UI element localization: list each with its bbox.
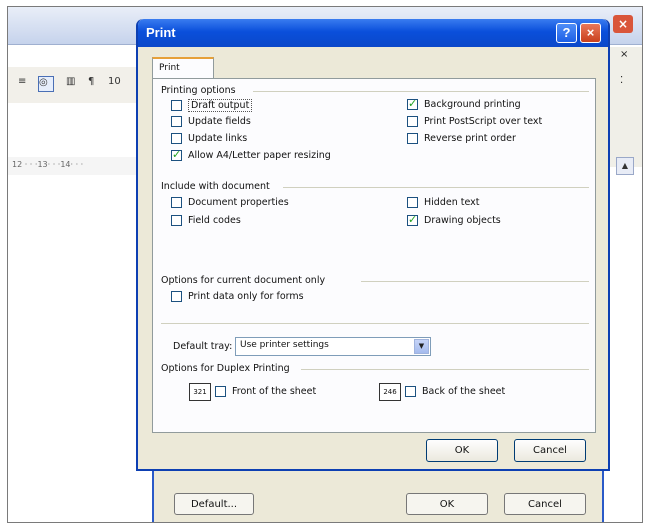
checkbox-label: Update links: [188, 133, 248, 144]
checkbox-box[interactable]: [215, 386, 226, 397]
dialog-titlebar[interactable]: Print ? ×: [138, 19, 608, 47]
back-of-sheet-checkbox[interactable]: Back of the sheet: [405, 386, 505, 397]
close-button[interactable]: ×: [580, 23, 601, 43]
checkbox-box[interactable]: [171, 215, 182, 226]
default-tray-value: Use printer settings: [240, 340, 329, 350]
help-button[interactable]: ?: [556, 23, 577, 43]
chevron-down-icon[interactable]: ▼: [414, 339, 429, 354]
reverse-print-order-checkbox[interactable]: Reverse print order: [407, 133, 516, 144]
checkbox-box[interactable]: [171, 197, 182, 208]
checkbox-box[interactable]: [171, 133, 182, 144]
print-dialog: Print ? × Print Printing options Draft o…: [136, 19, 610, 471]
include-with-document-heading: Include with document: [161, 181, 270, 192]
update-fields-checkbox[interactable]: Update fields: [171, 116, 251, 127]
zoom-value[interactable]: 10: [108, 76, 124, 92]
toolbar-options-icon[interactable]: ⁚: [620, 75, 623, 86]
checkbox-box[interactable]: [407, 213, 418, 226]
checkbox-label: Reverse print order: [424, 133, 516, 144]
checkbox-box[interactable]: [407, 97, 418, 110]
cancel-button[interactable]: Cancel: [514, 439, 586, 462]
checkbox-label: Drawing objects: [424, 215, 501, 226]
checkbox-label: Field codes: [188, 215, 241, 226]
tab-print[interactable]: Print: [152, 57, 214, 79]
checkbox-box[interactable]: [407, 116, 418, 127]
checkbox-label: Background printing: [424, 99, 521, 110]
group-divider: [301, 369, 589, 370]
checkbox-box[interactable]: [171, 148, 182, 161]
background-cancel-button[interactable]: Cancel: [504, 493, 586, 515]
screenshot-frame: × ≡ ◎ ▥ ¶ 10 12 · · ·13· · ·14· · · × ⁚ …: [7, 6, 643, 523]
background-ok-button[interactable]: OK: [406, 493, 488, 515]
checkbox-label: Print data only for forms: [188, 291, 304, 302]
checkbox-label: Print PostScript over text: [424, 116, 543, 127]
print-postscript-over-text-checkbox[interactable]: Print PostScript over text: [407, 116, 542, 127]
list-icon[interactable]: ≡: [18, 76, 34, 92]
dialog-title: Print: [146, 25, 176, 40]
duplex-printing-heading: Options for Duplex Printing: [161, 363, 290, 374]
checkbox-label: Update fields: [188, 116, 251, 127]
scroll-up-icon[interactable]: ▲: [616, 157, 634, 175]
front-sheet-page-order-icon: 321: [189, 383, 211, 401]
columns-icon[interactable]: ▥: [66, 76, 82, 92]
allow-a4-letter-resizing-checkbox[interactable]: Allow A4/Letter paper resizing: [171, 148, 331, 161]
checkbox-box[interactable]: [171, 291, 182, 302]
current-document-options-heading: Options for current document only: [161, 275, 326, 286]
ruler: 12 · · ·13· · ·14· · ·: [8, 157, 148, 175]
checkbox-label: Front of the sheet: [232, 386, 317, 397]
ok-button[interactable]: OK: [426, 439, 498, 462]
front-of-sheet-checkbox[interactable]: Front of the sheet: [215, 386, 316, 397]
update-links-checkbox[interactable]: Update links: [171, 133, 247, 144]
default-tray-select[interactable]: Use printer settings ▼: [235, 337, 431, 356]
group-divider: [161, 323, 589, 324]
default-tray-label: Default tray:: [173, 341, 233, 352]
hidden-text-checkbox[interactable]: Hidden text: [407, 197, 479, 208]
background-printing-checkbox[interactable]: Background printing: [407, 97, 521, 110]
right-toolbar: [610, 47, 642, 167]
checkbox-box[interactable]: [407, 197, 418, 208]
print-options-panel: Printing options Draft output Update fie…: [152, 78, 596, 433]
checkbox-box[interactable]: [171, 100, 182, 111]
print-data-only-for-forms-checkbox[interactable]: Print data only for forms: [171, 291, 304, 302]
checkbox-label: Hidden text: [424, 197, 480, 208]
printing-options-heading: Printing options: [161, 85, 236, 96]
drawing-objects-checkbox[interactable]: Drawing objects: [407, 213, 501, 226]
checkbox-label: Back of the sheet: [422, 386, 506, 397]
document-map-icon[interactable]: ◎: [38, 76, 54, 92]
pilcrow-icon[interactable]: ¶: [88, 76, 104, 92]
background-toolbar: ≡ ◎ ▥ ¶ 10: [8, 67, 148, 103]
checkbox-box[interactable]: [171, 116, 182, 127]
background-close-button[interactable]: ×: [613, 15, 633, 33]
checkbox-label: Document properties: [188, 197, 289, 208]
checkbox-box[interactable]: [407, 133, 418, 144]
default-button[interactable]: Default...: [174, 493, 254, 515]
close-pane-icon[interactable]: ×: [620, 49, 628, 60]
group-divider: [253, 91, 589, 92]
checkbox-label: Draft output: [188, 99, 253, 112]
document-properties-checkbox[interactable]: Document properties: [171, 197, 289, 208]
group-divider: [283, 187, 589, 188]
draft-output-checkbox[interactable]: Draft output: [171, 99, 253, 112]
group-divider: [361, 281, 589, 282]
field-codes-checkbox[interactable]: Field codes: [171, 215, 241, 226]
back-sheet-page-order-icon: 246: [379, 383, 401, 401]
checkbox-label: Allow A4/Letter paper resizing: [188, 150, 331, 161]
checkbox-box[interactable]: [405, 386, 416, 397]
